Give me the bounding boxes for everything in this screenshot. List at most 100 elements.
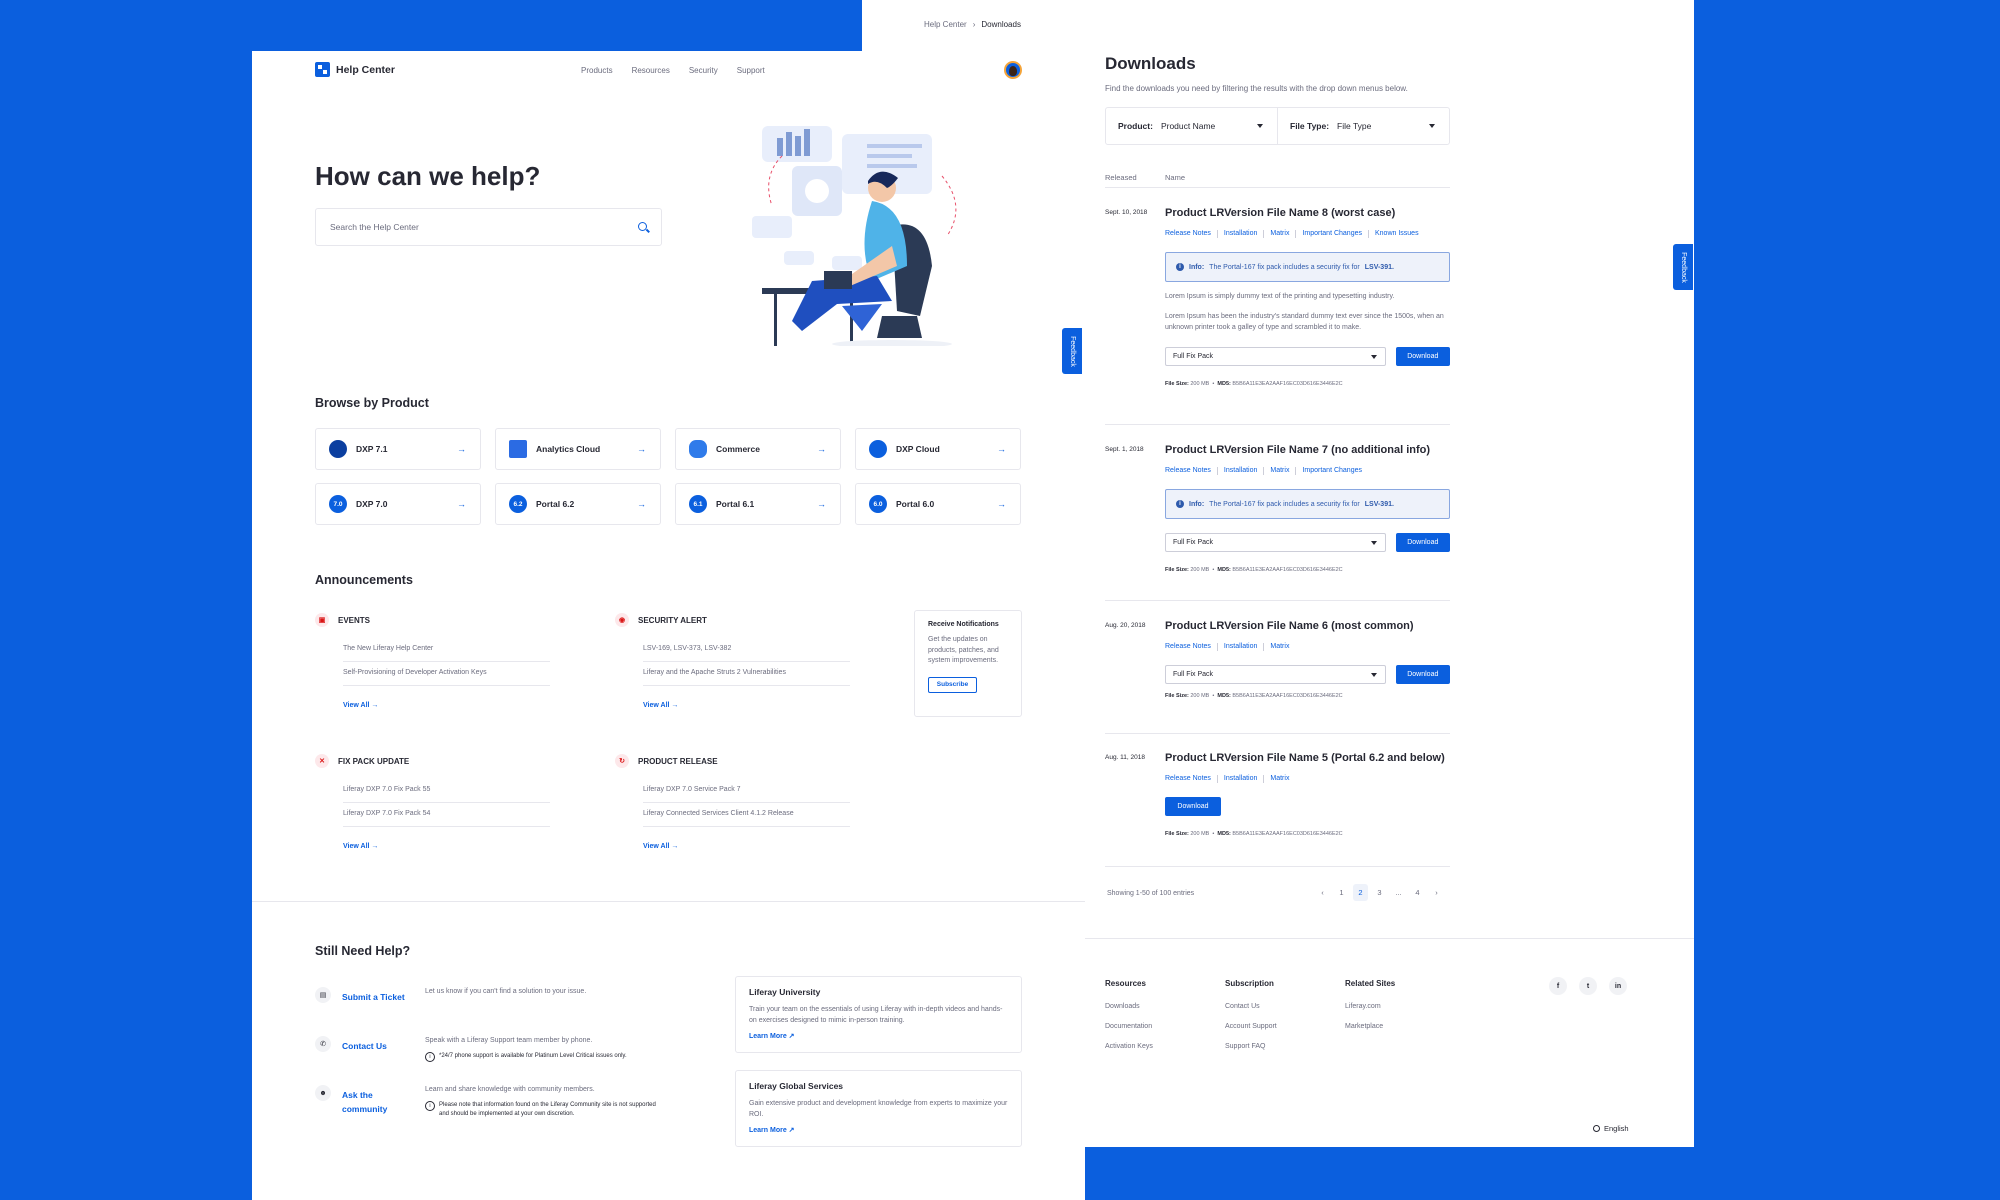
feedback-tab[interactable]: Feedback xyxy=(1673,244,1693,290)
pagination: ‹ 1 2 3 ... 4 › xyxy=(1315,884,1444,901)
subscribe-button[interactable]: Subscribe xyxy=(928,676,977,693)
submit-ticket-link[interactable]: Submit a Ticket xyxy=(342,990,422,1004)
nav-security[interactable]: Security xyxy=(689,66,718,75)
caret-down-icon xyxy=(1370,355,1377,359)
product-card-portal-6-2[interactable]: 6.2 Portal 6.2 → xyxy=(495,483,661,525)
liferay-university-card: Liferay University Train your team on th… xyxy=(735,976,1022,1053)
info-alert: i Info: The Portal-167 fix pack includes… xyxy=(1165,489,1450,519)
info-text: The Portal-167 fix pack includes a secur… xyxy=(1209,263,1360,271)
info-prefix: Info: xyxy=(1189,500,1205,508)
download-button[interactable]: Download xyxy=(1395,533,1450,552)
fix-pack-select[interactable]: Full Fix Pack xyxy=(1165,533,1386,552)
avatar[interactable] xyxy=(1004,61,1022,79)
filetype-filter[interactable]: File Type: File Type xyxy=(1277,108,1449,144)
divider xyxy=(1105,187,1450,188)
view-all-link[interactable]: View All → xyxy=(643,702,850,709)
release-notes-link[interactable]: Release Notes xyxy=(1165,230,1217,238)
breadcrumb: Help Center › Downloads xyxy=(924,20,1021,29)
product-name: Portal 6.2 xyxy=(536,499,575,509)
product-card-commerce[interactable]: Commerce → xyxy=(675,428,841,470)
release-notes-link[interactable]: Release Notes xyxy=(1165,467,1217,475)
chevron-right-icon[interactable]: › xyxy=(1429,884,1444,901)
info-link[interactable]: LSV-391. xyxy=(1365,501,1394,508)
still-need-help-title: Still Need Help? xyxy=(315,944,411,958)
matrix-link[interactable]: Matrix xyxy=(1263,643,1295,651)
view-all-link[interactable]: View All → xyxy=(343,843,550,850)
learn-more-link[interactable]: Learn More ↗ xyxy=(749,1126,1008,1134)
entry-date: Sept. 10, 2018 xyxy=(1105,209,1148,216)
chevron-left-icon[interactable]: ‹ xyxy=(1315,884,1330,901)
breadcrumb-root[interactable]: Help Center xyxy=(924,20,967,29)
product-name: Portal 6.1 xyxy=(716,499,755,509)
notifications-text: Get the updates on products, patches, an… xyxy=(928,636,999,664)
download-button[interactable]: Download xyxy=(1395,665,1450,684)
search-input[interactable]: Search the Help Center xyxy=(315,208,662,246)
installation-link[interactable]: Installation xyxy=(1216,230,1263,238)
announcement-heading: EVENTS xyxy=(338,615,371,625)
release-notes-link[interactable]: Release Notes xyxy=(1165,775,1217,783)
community-icon: ☻ xyxy=(315,1085,331,1101)
entry-links: Release Notes Installation Matrix xyxy=(1165,643,1450,651)
nav-support[interactable]: Support xyxy=(737,66,765,75)
divider xyxy=(252,901,1085,902)
product-card-analytics-cloud[interactable]: Analytics Cloud → xyxy=(495,428,661,470)
important-changes-link[interactable]: Important Changes xyxy=(1295,230,1368,238)
announcement-link[interactable]: Liferay DXP 7.0 Fix Pack 54 xyxy=(343,803,550,827)
product-card-portal-6-0[interactable]: 6.0 Portal 6.0 → xyxy=(855,483,1021,525)
search-icon[interactable] xyxy=(638,222,647,231)
entry-title: Product LRVersion File Name 7 (no additi… xyxy=(1165,444,1431,456)
installation-link[interactable]: Installation xyxy=(1216,775,1263,783)
announcement-link[interactable]: Liferay DXP 7.0 Fix Pack 55 xyxy=(343,779,550,803)
announcement-link[interactable]: Self-Provisioning of Developer Activatio… xyxy=(343,662,550,686)
nav-resources[interactable]: Resources xyxy=(632,66,670,75)
person-at-desk-illustration xyxy=(752,126,957,346)
feedback-tab[interactable]: Feedback xyxy=(1062,328,1082,374)
view-all-link[interactable]: View All → xyxy=(343,702,550,709)
product-name: DXP 7.0 xyxy=(356,499,388,509)
product-filter[interactable]: Product: Product Name xyxy=(1106,108,1277,144)
page-link-active[interactable]: 2 xyxy=(1353,884,1368,901)
announcement-fix-pack-update: ✕ FIX PACK UPDATE Liferay DXP 7.0 Fix Pac… xyxy=(315,754,550,850)
matrix-link[interactable]: Matrix xyxy=(1263,775,1295,783)
product-card-dxp-cloud[interactable]: DXP Cloud → xyxy=(855,428,1021,470)
view-all-link[interactable]: View All → xyxy=(643,843,850,850)
product-card-dxp-7-0[interactable]: 7.0 DXP 7.0 → xyxy=(315,483,481,525)
fix-pack-select[interactable]: Full Fix Pack xyxy=(1165,347,1386,366)
known-issues-link[interactable]: Known Issues xyxy=(1368,230,1425,238)
page-subtitle: Find the downloads you need by filtering… xyxy=(1105,84,1408,93)
fix-pack-select-value: Full Fix Pack xyxy=(1173,353,1214,360)
fix-pack-select[interactable]: Full Fix Pack xyxy=(1165,665,1386,684)
info-link[interactable]: LSV-391. xyxy=(1365,264,1394,271)
announcement-link[interactable]: LSV-169, LSV-373, LSV-382 xyxy=(643,638,850,662)
ask-community-link[interactable]: Ask the community xyxy=(342,1088,402,1116)
page-link[interactable]: 1 xyxy=(1334,884,1349,901)
installation-link[interactable]: Installation xyxy=(1216,467,1263,475)
help-option-description: Learn and share knowledge with community… xyxy=(425,1086,595,1093)
help-option-description: Let us know if you can't find a solution… xyxy=(425,988,587,995)
matrix-link[interactable]: Matrix xyxy=(1263,230,1295,238)
page-link[interactable]: 4 xyxy=(1410,884,1425,901)
logo[interactable]: Help Center xyxy=(315,62,395,77)
product-card-dxp-7-1[interactable]: DXP 7.1 → xyxy=(315,428,481,470)
release-notes-link[interactable]: Release Notes xyxy=(1165,643,1217,651)
product-card-portal-6-1[interactable]: 6.1 Portal 6.1 → xyxy=(675,483,841,525)
fix-pack-select-value: Full Fix Pack xyxy=(1173,539,1214,546)
announcement-link[interactable]: The New Liferay Help Center xyxy=(343,638,550,662)
page-link[interactable]: 3 xyxy=(1372,884,1387,901)
learn-more-link[interactable]: Learn More ↗ xyxy=(749,1032,1008,1040)
download-button[interactable]: Download xyxy=(1165,797,1221,816)
nav-products[interactable]: Products xyxy=(581,66,613,75)
column-header-released: Released xyxy=(1105,173,1137,182)
matrix-link[interactable]: Matrix xyxy=(1263,467,1295,475)
announcement-link[interactable]: Liferay DXP 7.0 Service Pack 7 xyxy=(643,779,850,803)
announcement-link[interactable]: Liferay Connected Services Client 4.1.2 … xyxy=(643,803,850,827)
contact-us-link[interactable]: Contact Us xyxy=(342,1039,402,1053)
announcement-link[interactable]: Liferay and the Apache Struts 2 Vulnerab… xyxy=(643,662,850,686)
product-name: DXP Cloud xyxy=(896,444,940,454)
entry-links: Release Notes Installation Matrix Import… xyxy=(1165,230,1450,238)
breadcrumb-current: Downloads xyxy=(981,20,1021,29)
installation-link[interactable]: Installation xyxy=(1216,643,1263,651)
info-icon: i xyxy=(1176,500,1184,508)
important-changes-link[interactable]: Important Changes xyxy=(1295,467,1368,475)
download-button[interactable]: Download xyxy=(1395,347,1450,366)
